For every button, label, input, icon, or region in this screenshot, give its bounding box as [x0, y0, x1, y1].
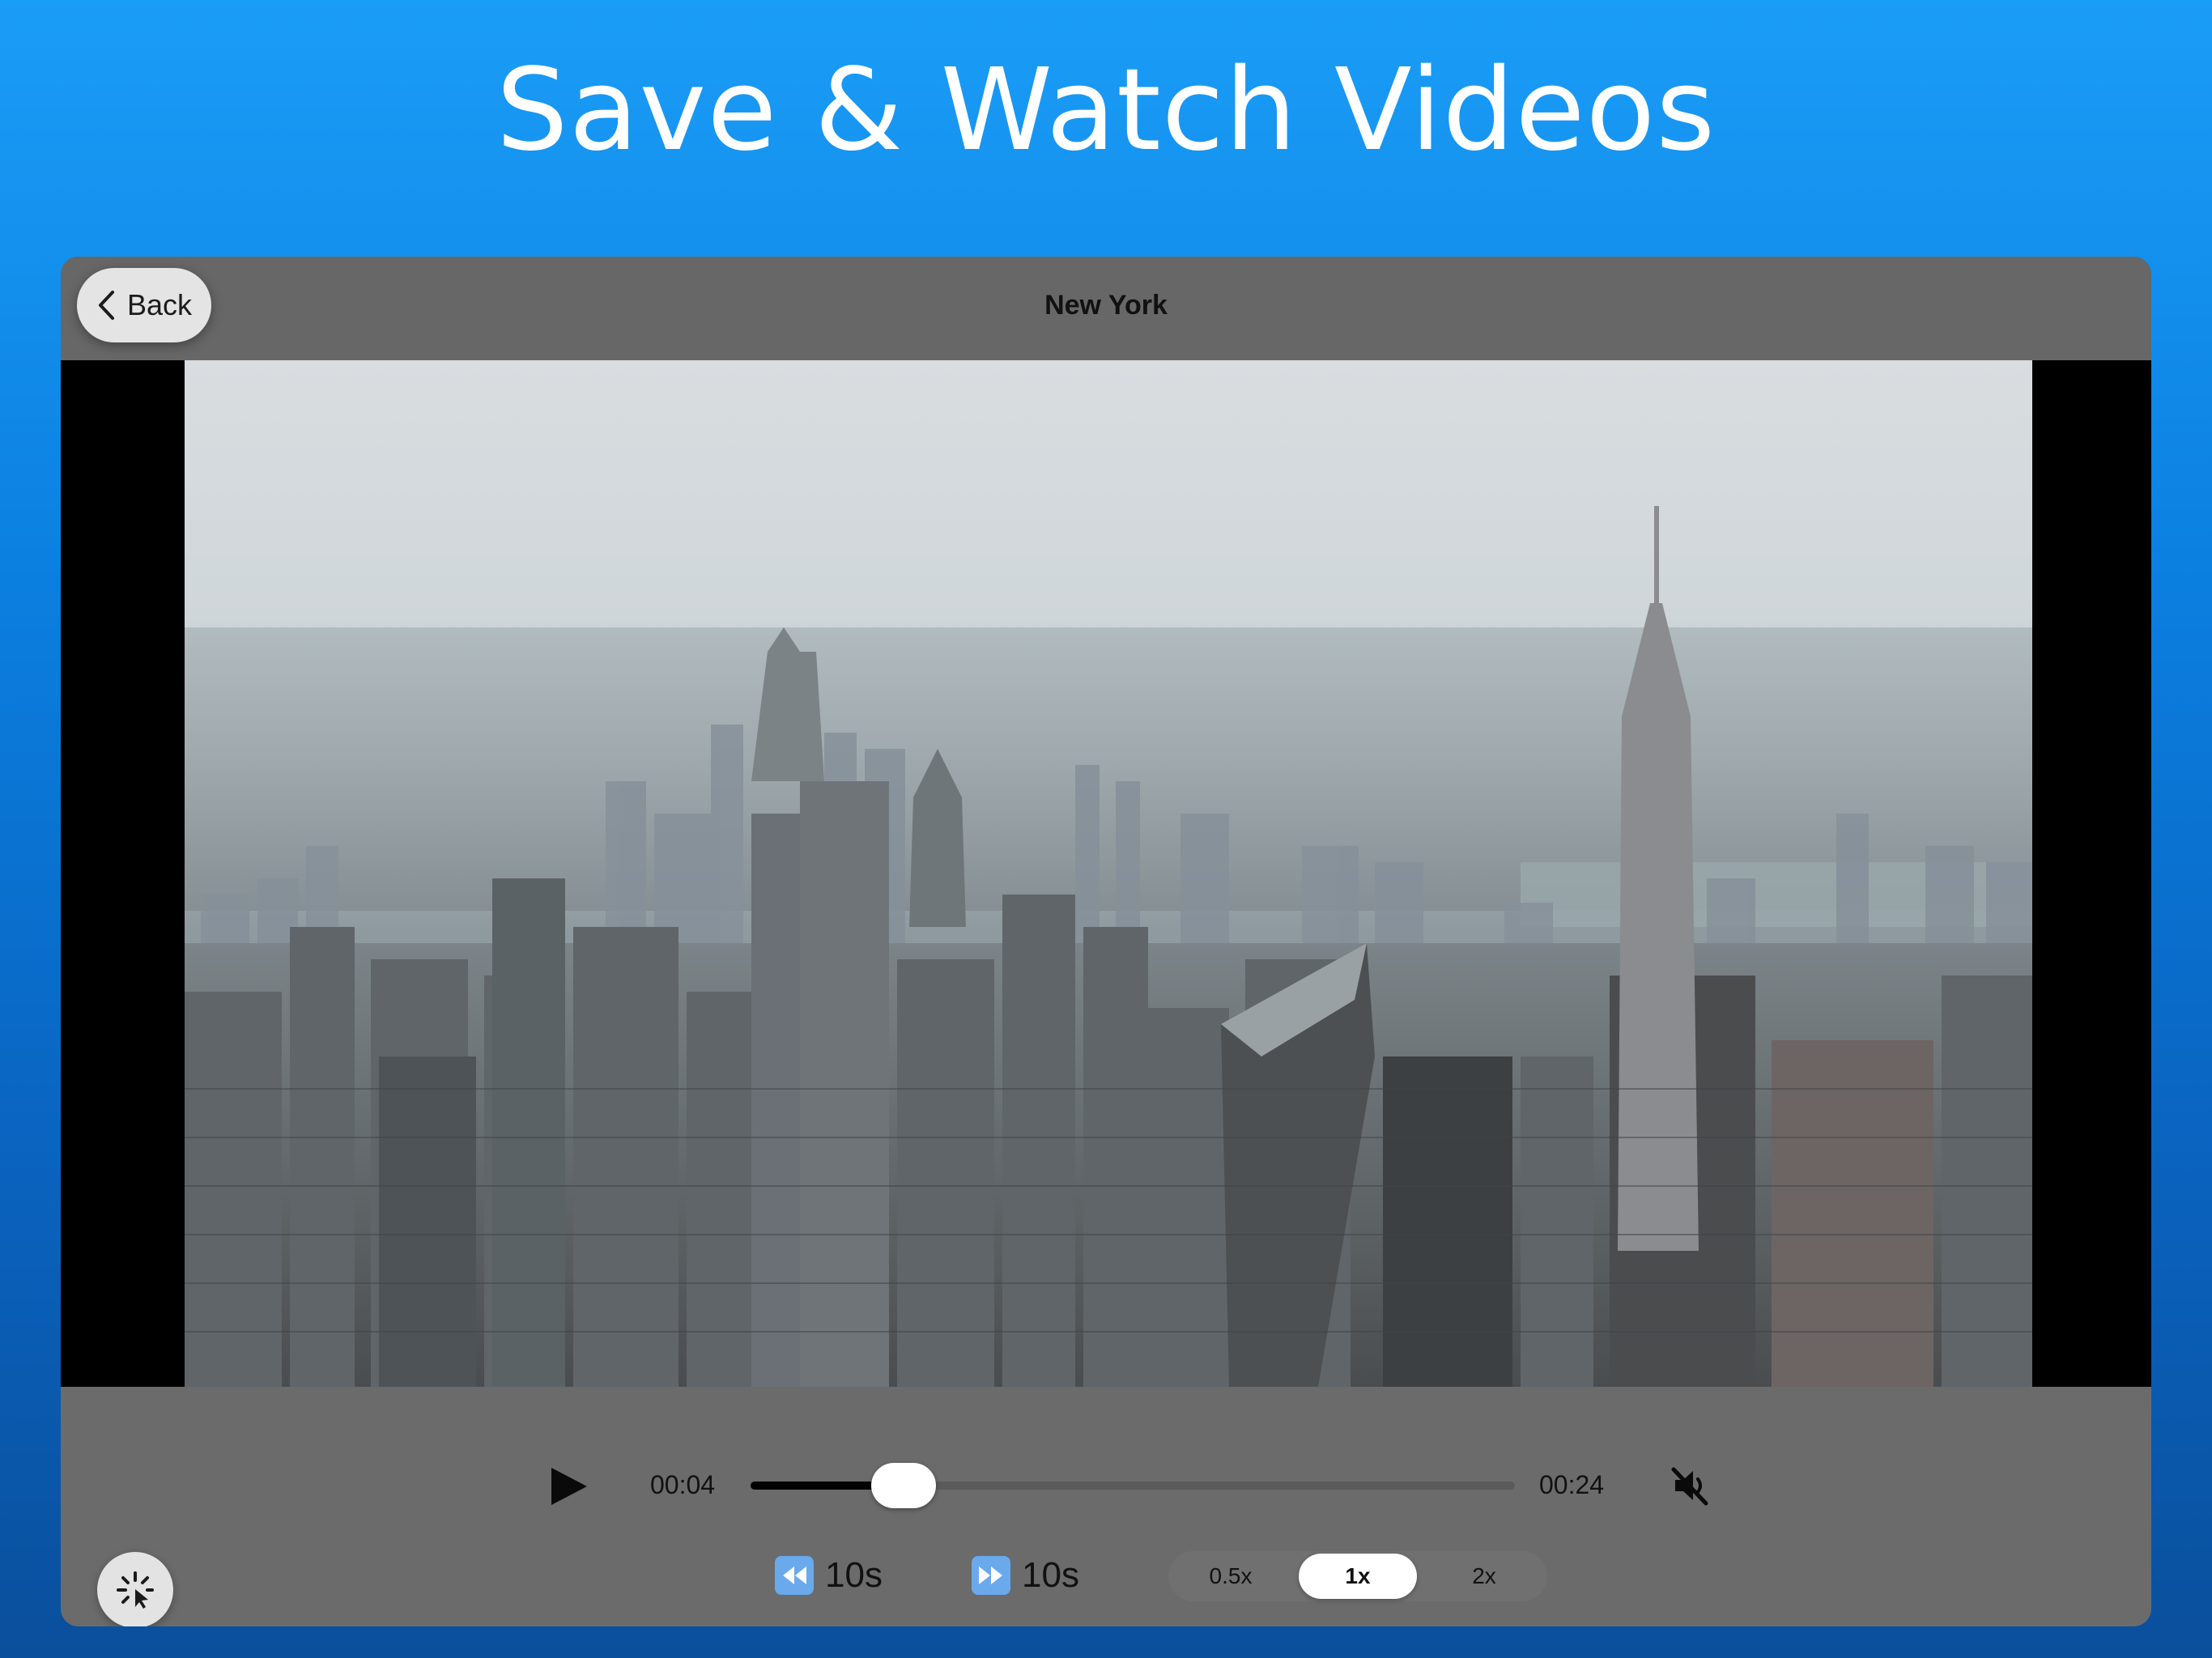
skip-back-label: 10s	[825, 1555, 883, 1595]
skip-back-button[interactable]: 10s	[775, 1551, 883, 1600]
progress-track	[751, 1482, 1515, 1490]
video-title: New York	[1044, 290, 1168, 321]
rewind-icon	[775, 1556, 814, 1595]
play-icon	[551, 1468, 587, 1505]
playback-speed-selector: 0.5x 1x 2x	[1168, 1551, 1547, 1601]
chevron-left-icon	[99, 291, 114, 320]
video-player: New York Back 00:04 00:24 10s 10s 0.5x 1…	[61, 257, 2151, 1626]
spinner-cursor-icon	[117, 1571, 154, 1609]
loader-button[interactable]	[97, 1552, 173, 1626]
progress-slider[interactable]	[751, 1463, 1515, 1508]
speaker-muted-icon	[1671, 1467, 1708, 1506]
fast-forward-icon	[972, 1556, 1010, 1595]
current-time: 00:04	[650, 1470, 716, 1499]
video-area[interactable]	[61, 360, 2151, 1387]
speed-option-0.5x[interactable]: 0.5x	[1172, 1554, 1290, 1599]
back-button[interactable]: Back	[77, 268, 211, 342]
mute-button[interactable]	[1665, 1461, 1714, 1510]
nav-bar: New York Back	[61, 257, 2151, 360]
back-label: Back	[127, 288, 193, 321]
headline: Save & Watch Videos	[496, 45, 1716, 176]
skip-forward-label: 10s	[1022, 1555, 1079, 1595]
play-button[interactable]	[538, 1458, 595, 1515]
speed-option-2x[interactable]: 2x	[1425, 1554, 1543, 1599]
playback-controls: 00:04 00:24 10s 10s 0.5x 1x 2x	[61, 1387, 2151, 1626]
speed-option-1x[interactable]: 1x	[1299, 1554, 1417, 1599]
total-time: 00:24	[1539, 1470, 1605, 1499]
skip-forward-button[interactable]: 10s	[972, 1551, 1079, 1600]
progress-thumb[interactable]	[871, 1463, 936, 1508]
city-skyline-video-frame	[185, 360, 2032, 1387]
video-frame[interactable]	[185, 360, 2032, 1387]
